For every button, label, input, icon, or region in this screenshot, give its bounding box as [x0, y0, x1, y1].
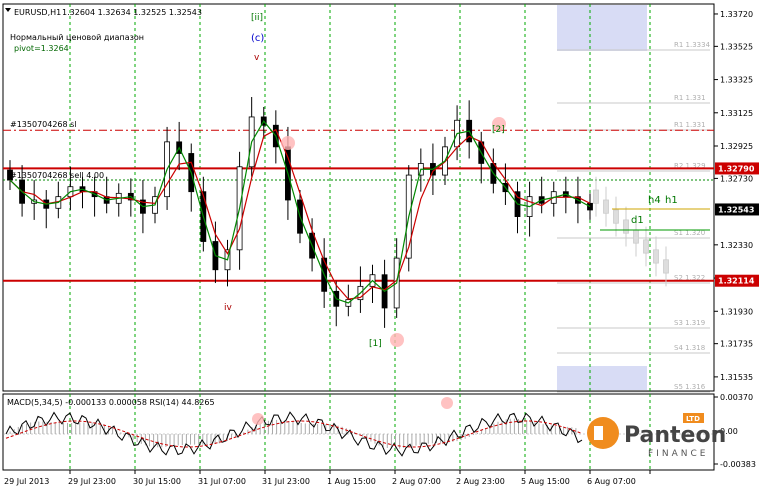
ghost-body-0 [593, 189, 599, 204]
price-tick-5: 1.32730 [720, 174, 753, 183]
time-tick-0: 29 Jul 2013 [4, 477, 49, 486]
time-tick-2: 30 Jul 15:00 [133, 477, 181, 486]
time-tick-7: 2 Aug 23:00 [456, 477, 505, 486]
price-tick-0: 1.33720 [720, 10, 753, 19]
pivot-label-1: R1 1.331 [674, 94, 706, 102]
wave-label-3: iv [224, 303, 233, 313]
ghost-body-6 [653, 249, 659, 264]
price-tick-4: 1.32925 [720, 142, 753, 151]
pivot-label-6: S3 1.319 [674, 319, 705, 327]
pivot-zone-top [557, 5, 647, 51]
chart-window: R1 1.3334 R1 1.331 R1 1.331 R2 1.329 S1 1.32… [0, 0, 759, 493]
wave-label-6: h4 [648, 195, 661, 206]
indicator-name: Нормальный ценовой диапазон [10, 33, 144, 42]
wave-label-2: v [254, 53, 260, 63]
price-tick-2: 1.33325 [720, 76, 753, 85]
pivot-zone-bottom [557, 366, 647, 390]
price-tick-9: 1.31735 [720, 340, 753, 349]
time-tick-4: 31 Jul 23:00 [262, 477, 310, 486]
wave-label-0: [ii] [251, 13, 263, 23]
ghost-body-2 [613, 209, 619, 224]
time-tick-6: 2 Aug 07:00 [392, 477, 441, 486]
sub-marker-0 [252, 413, 264, 425]
ghost-body-7 [663, 259, 669, 274]
logo-badge: LTD [686, 415, 700, 423]
wave-marker-1 [390, 333, 404, 347]
time-tick-1: 29 Jul 23:00 [68, 477, 116, 486]
sub-window-label: MACD(5,34,5) -0.000133 0.000058 RSI(14) … [7, 398, 215, 407]
pivot-label: pivot=1.3264 [14, 44, 69, 53]
logo-name: Panteon [624, 423, 726, 448]
ghost-body-4 [633, 229, 639, 244]
price-badge-lower: 1.32114 [718, 277, 755, 286]
price-badge-upper: 1.32790 [718, 164, 755, 173]
time-tick-3: 31 Jul 07:00 [198, 477, 246, 486]
wave-label-1: (c) [251, 33, 264, 44]
price-chart[interactable]: R1 1.3334R1 1.331R1 1.331R2 1.329S1 1.32… [0, 0, 759, 493]
wave-label-5: [2] [492, 125, 505, 135]
ghost-body-1 [603, 199, 609, 214]
sub-tick-0: 0.00370 [720, 393, 753, 402]
pivot-label-8: S5 1.316 [674, 383, 706, 391]
pivot-label-7: S4 1.318 [674, 344, 705, 352]
candle-body-0 [7, 169, 13, 181]
time-tick-8: 5 Aug 15:00 [521, 477, 570, 486]
sell-label: #1350704268 sell 4.00 [10, 171, 104, 180]
price-tick-6: 1.32330 [720, 241, 753, 250]
price-tick-10: 1.31535 [720, 373, 753, 382]
price-tick-3: 1.33125 [720, 109, 753, 118]
logo-sub: FINANCE [648, 449, 708, 459]
price-tick-8: 1.31930 [720, 307, 753, 316]
wave-marker-0 [281, 136, 295, 150]
time-tick-9: 6 Aug 07:00 [587, 477, 636, 486]
pivot-label-2: R1 1.331 [674, 121, 706, 129]
ghost-body-3 [623, 219, 629, 234]
ohlc-label: 1.32604 1.32634 1.32525 1.32543 [62, 8, 202, 17]
time-tick-5: 1 Aug 15:00 [327, 477, 376, 486]
sl-label: #1350704268 sl [10, 120, 77, 129]
wave-label-8: d1 [631, 215, 644, 226]
price-badge-current: 1.32543 [718, 205, 754, 214]
wave-label-4: [1] [369, 339, 382, 349]
sub-marker-1 [441, 397, 453, 409]
ghost-body-5 [643, 239, 649, 254]
sub-tick-2: -0.00383 [720, 460, 756, 469]
symbol-label: EURUSD,H1 [14, 8, 61, 17]
price-tick-1: 1.33525 [720, 42, 753, 51]
wave-label-7: h1 [665, 195, 678, 206]
logo-mark-cut [594, 426, 603, 440]
pivot-label-0: R1 1.3334 [674, 41, 711, 49]
